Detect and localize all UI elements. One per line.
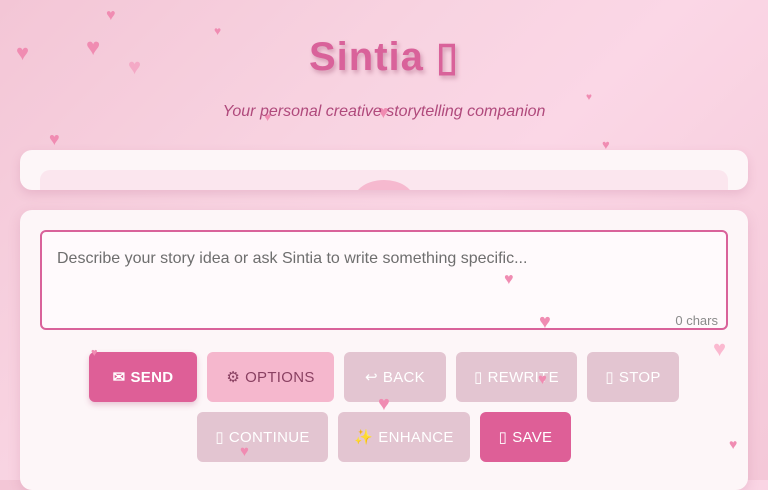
prompt-placeholder: Describe your story idea or ask Sintia t… bbox=[57, 250, 528, 267]
title-icon: ▯ bbox=[436, 35, 460, 79]
save-icon: ▯ bbox=[498, 429, 508, 446]
sparkle-icon: ✨ bbox=[354, 429, 374, 446]
stop-button[interactable]: ▯ STOP bbox=[587, 352, 679, 402]
continue-button[interactable]: ▯ CONTINUE bbox=[197, 412, 328, 462]
input-panel: Describe your story idea or ask Sintia t… bbox=[20, 210, 748, 490]
enhance-button[interactable]: ✨ ENHANCE bbox=[338, 412, 470, 462]
save-label: SAVE bbox=[512, 428, 553, 446]
continue-icon: ▯ bbox=[215, 429, 224, 446]
chat-panel bbox=[20, 150, 748, 190]
rewrite-label: REWRITE bbox=[487, 368, 559, 386]
char-count: 0 chars bbox=[675, 313, 718, 328]
page-subtitle: Your personal creative storytelling comp… bbox=[222, 103, 546, 120]
rewrite-icon: ▯ bbox=[474, 369, 483, 386]
send-icon: ✉ bbox=[112, 369, 126, 386]
gear-icon: ⚙ bbox=[226, 369, 241, 386]
options-label: OPTIONS bbox=[245, 368, 315, 386]
heart-icon: ♥ bbox=[586, 92, 592, 103]
rewrite-button[interactable]: ▯ REWRITE bbox=[456, 352, 577, 402]
back-button[interactable]: ↩ BACK bbox=[344, 352, 446, 402]
stop-label: STOP bbox=[618, 368, 661, 386]
heart-icon: ♥ bbox=[106, 7, 116, 24]
page-title: Sintia ▯ bbox=[0, 34, 768, 80]
send-label: SEND bbox=[130, 368, 174, 386]
send-button[interactable]: ✉ SEND bbox=[89, 352, 197, 402]
app-title: Sintia bbox=[308, 35, 424, 79]
stop-icon: ▯ bbox=[605, 369, 614, 386]
save-button[interactable]: ▯ SAVE bbox=[480, 412, 571, 462]
continue-label: CONTINUE bbox=[228, 428, 310, 446]
heart-icon: ♥ bbox=[49, 129, 60, 149]
options-button[interactable]: ⚙ OPTIONS bbox=[207, 352, 334, 402]
back-arrow-icon: ↩ bbox=[365, 369, 378, 386]
enhance-label: ENHANCE bbox=[378, 428, 454, 446]
story-prompt-input[interactable]: Describe your story idea or ask Sintia t… bbox=[40, 230, 728, 330]
back-label: BACK bbox=[382, 368, 425, 386]
